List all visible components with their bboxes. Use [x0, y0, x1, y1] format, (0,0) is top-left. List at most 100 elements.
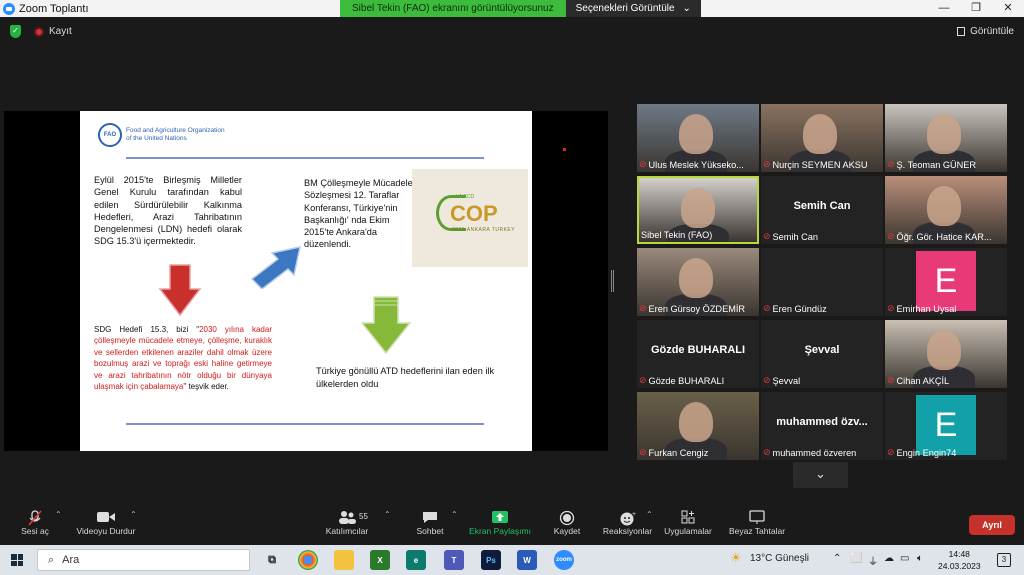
tray-app-icon[interactable]: ⬜ — [850, 553, 862, 564]
participant-display-name: Şevval — [804, 344, 840, 356]
participant-name-label: ⊘ muhammed özveren — [763, 447, 856, 458]
mic-muted-icon: ⊘ — [887, 159, 895, 169]
video-options-caret[interactable]: ⌃ — [130, 510, 137, 519]
view-button[interactable]: Görüntüle — [957, 26, 1014, 37]
onedrive-cloud-icon[interactable]: ☁ — [884, 553, 894, 564]
security-shield-icon[interactable]: ✓ — [10, 25, 21, 38]
network-icon[interactable]: ▭ — [900, 553, 909, 564]
participant-tile[interactable]: Gözde BUHARALI ⊘ Gözde BUHARALI — [637, 320, 759, 388]
weather-text[interactable]: 13°C Güneşli — [750, 553, 809, 564]
audio-options-caret[interactable]: ⌃ — [55, 510, 62, 519]
share-screen-button[interactable]: Ekran Paylaşımı — [466, 510, 534, 536]
chat-options-caret[interactable]: ⌃ — [451, 510, 458, 519]
presentation-slide: FAO Food and Agriculture Organization of… — [80, 111, 532, 451]
participant-tile[interactable]: Sibel Tekin (FAO) — [637, 176, 759, 244]
participant-name-label: ⊘ Furkan Cengiz — [639, 447, 708, 458]
participant-silhouette — [681, 188, 715, 228]
participant-name: Gözde BUHARALI — [648, 375, 725, 386]
recording-indicator[interactable]: Kayıt — [34, 26, 72, 37]
fao-org-name: Food and Agriculture Organization of the… — [126, 127, 246, 143]
mic-muted-icon: ⊘ — [763, 159, 771, 169]
participant-tile[interactable]: ⊘ Cihan AKÇİL — [885, 320, 1007, 388]
participant-tile[interactable]: ⊘ Ulus Meslek Yükseko... — [637, 104, 759, 172]
zoom-app-icon[interactable]: zoom — [554, 550, 574, 570]
participant-tile[interactable]: E ⊘ Emirhan Uysal — [885, 248, 1007, 316]
mic-muted-icon: ⊘ — [639, 159, 647, 169]
taskbar-clock[interactable]: 14:48 24.03.2023 — [938, 548, 981, 572]
tray-chevron-up-icon[interactable]: ⌃ — [833, 553, 841, 564]
participant-name-label: ⊘ Emirhan Uysal — [887, 303, 956, 314]
share-arrow-icon — [466, 510, 534, 526]
participant-name-label: ⊘ Nurçin SEYMEN AKSU — [763, 159, 868, 170]
file-explorer-app-icon[interactable] — [334, 550, 354, 570]
participants-count: 55 — [359, 512, 368, 521]
participant-name-label: ⊘ Öğr. Gör. Hatice KAR... — [887, 231, 992, 242]
excel-app-icon[interactable]: X — [370, 550, 390, 570]
close-button[interactable]: ✕ — [992, 0, 1024, 17]
reactions-options-caret[interactable]: ⌃ — [646, 510, 653, 519]
minimize-button[interactable]: — — [928, 0, 960, 17]
edge-app-icon[interactable]: e — [406, 550, 426, 570]
participant-silhouette — [927, 330, 961, 370]
apps-grid-icon — [662, 510, 714, 526]
unmute-button[interactable]: Sesi aç — [20, 510, 50, 536]
slide-text-sdg-target: SDG Hedefi 15.3, bizi "2030 yılına kadar… — [94, 324, 272, 392]
slide-bottom-rule — [126, 423, 484, 425]
record-button[interactable]: Kaydet — [548, 510, 586, 536]
participant-tile[interactable]: ⊘ Nurçin SEYMEN AKSU — [761, 104, 883, 172]
participant-tile[interactable]: ⊘ Öğr. Gör. Hatice KAR... — [885, 176, 1007, 244]
participant-name: Eren Gürsoy ÖZDEMİR — [648, 303, 746, 314]
participant-tile[interactable]: Şevval ⊘ Şevval — [761, 320, 883, 388]
chat-bubble-icon — [410, 510, 450, 526]
apps-button[interactable]: Uygulamalar — [662, 510, 714, 536]
view-options-button[interactable]: Seçenekleri Görüntüle ⌄ — [565, 0, 701, 17]
panel-resize-handle[interactable] — [611, 270, 614, 292]
participant-name: Semih Can — [772, 231, 818, 242]
fao-seal-icon: FAO — [98, 123, 122, 147]
maximize-button[interactable]: ❐ — [960, 0, 992, 17]
slide-text-cop: BM Çölleşmeyle Mücadele Sözleşmesi 12. T… — [304, 178, 413, 250]
cop-logo-word: COP — [450, 201, 498, 226]
participant-name: Eren Gündüz — [772, 303, 827, 314]
participant-name-label: ⊘ Eren Gürsoy ÖZDEMİR — [639, 303, 745, 314]
notification-badge[interactable]: 3 — [997, 553, 1011, 567]
participant-avatar: E — [916, 395, 976, 455]
apps-label: Uygulamalar — [664, 526, 712, 536]
usb-icon[interactable]: ⏚ — [868, 553, 878, 568]
windows-start-icon[interactable] — [11, 554, 23, 566]
whiteboards-button[interactable]: Beyaz Tahtalar — [726, 510, 788, 536]
chevron-down-icon: ⌄ — [815, 466, 826, 481]
participant-name-label: ⊘ Cihan AKÇİL — [887, 375, 949, 386]
participant-tile[interactable]: ⊘ Ş. Teoman GÜNER — [885, 104, 1007, 172]
arrow-down-green-icon — [360, 296, 412, 355]
volume-icon[interactable]: 🔈︎ — [917, 553, 923, 564]
participant-tile[interactable]: E ⊘ Engin Engin74 — [885, 392, 1007, 460]
zoom-logo-icon — [3, 2, 15, 15]
stop-video-label: Videoyu Durdur — [76, 526, 136, 536]
participants-options-caret[interactable]: ⌃ — [384, 510, 391, 519]
clock-time: 14:48 — [948, 549, 970, 559]
participant-silhouette — [679, 258, 713, 298]
share-screen-label: Ekran Paylaşımı — [469, 526, 531, 536]
task-view-icon[interactable]: ⧉ — [262, 550, 282, 570]
slide-text-turkey: Türkiye gönüllü ATD hedeflerini ilan ede… — [316, 366, 495, 389]
chat-button[interactable]: Sohbet — [410, 510, 450, 536]
participant-tile[interactable]: muhammed özv... ⊘ muhammed özveren — [761, 392, 883, 460]
teams-app-icon[interactable]: T — [444, 550, 464, 570]
participant-tile[interactable]: ⊘ Eren Gürsoy ÖZDEMİR — [637, 248, 759, 316]
taskbar-search-placeholder: Ara — [62, 554, 80, 566]
participant-tile[interactable]: Semih Can ⊘ Semih Can — [761, 176, 883, 244]
leave-button[interactable]: Ayrıl — [969, 515, 1015, 535]
arrow-up-right-blue-icon — [250, 246, 301, 289]
word-app-icon[interactable]: W — [517, 550, 537, 570]
windows-taskbar: ⌕ Ara ⧉ X e T Ps W zoom ☀ 13°C Güneşli ⌃… — [0, 545, 1024, 575]
participant-silhouette — [927, 186, 961, 226]
participant-tile[interactable]: ⊘ Furkan Cengiz — [637, 392, 759, 460]
photoshop-app-icon[interactable]: Ps — [481, 550, 501, 570]
gallery-next-page-button[interactable]: ⌄ — [793, 462, 848, 488]
participant-tile[interactable]: ⊘ Eren Gündüz — [761, 248, 883, 316]
record-dot-icon — [34, 26, 44, 37]
chrome-app-icon[interactable] — [298, 550, 318, 570]
taskbar-search-box[interactable]: ⌕ Ara — [37, 549, 250, 571]
mic-muted-icon: ⊘ — [887, 447, 895, 457]
